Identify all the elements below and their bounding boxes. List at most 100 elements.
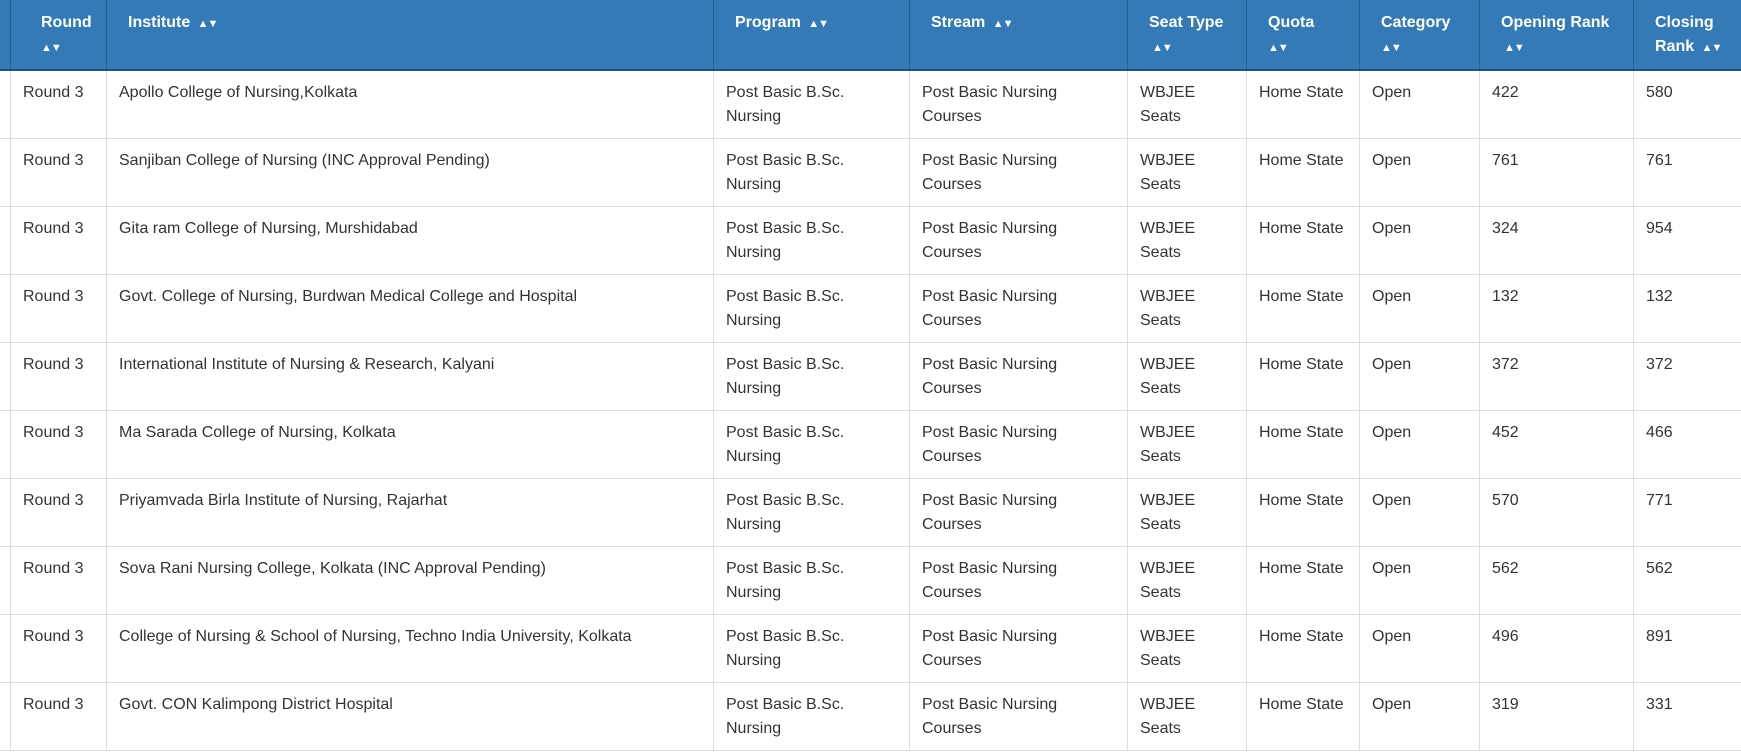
cell-stream: Post Basic Nursing Courses	[909, 682, 1128, 751]
cell-institute: Sanjiban College of Nursing (INC Approva…	[106, 138, 714, 207]
cell-program: Post Basic B.Sc. Nursing	[713, 614, 910, 683]
table-row: Round 3 Sanjiban College of Nursing (INC …	[0, 138, 1741, 207]
cell-closing-rank: 466	[1633, 410, 1741, 479]
cell-category: Open	[1359, 478, 1480, 547]
table-row: Round 3 Apollo College of Nursing,Kolkata…	[0, 70, 1741, 139]
cell-program: Post Basic B.Sc. Nursing	[713, 478, 910, 547]
sort-icon[interactable]: ▲▼	[1702, 42, 1723, 54]
sort-icon[interactable]: ▲▼	[1152, 42, 1173, 54]
cell-quota: Home State	[1246, 614, 1360, 683]
cell-quota: Home State	[1246, 70, 1360, 139]
table-row: Round 3 Ma Sarada College of Nursing, Kol…	[0, 410, 1741, 479]
cell-seat-type: WBJEE Seats	[1127, 206, 1247, 275]
cell-stream: Post Basic Nursing Courses	[909, 410, 1128, 479]
cell-opening-rank: 372	[1479, 342, 1634, 411]
sort-icon[interactable]: ▲▼	[1268, 42, 1289, 54]
cell-seat-type: WBJEE Seats	[1127, 682, 1247, 751]
cell-seat-type: WBJEE Seats	[1127, 342, 1247, 411]
cell-category: Open	[1359, 546, 1480, 615]
column-header-label: Program	[735, 14, 801, 31]
column-header-opening-rank[interactable]: Opening Rank ▲▼	[1479, 0, 1634, 71]
column-header-spacer	[0, 0, 11, 71]
column-header-stream[interactable]: Stream ▲▼	[909, 0, 1128, 71]
cell-quota: Home State	[1246, 138, 1360, 207]
cell-stream: Post Basic Nursing Courses	[909, 342, 1128, 411]
cell-closing-rank: 580	[1633, 70, 1741, 139]
table-body: Round 3 Apollo College of Nursing,Kolkata…	[0, 70, 1741, 751]
cell-round: Round 3	[10, 70, 107, 139]
cell-institute: Ma Sarada College of Nursing, Kolkata	[106, 410, 714, 479]
cell-round: Round 3	[10, 274, 107, 343]
column-header-program[interactable]: Program ▲▼	[713, 0, 910, 71]
cell-institute: International Institute of Nursing & Res…	[106, 342, 714, 411]
column-header-quota[interactable]: Quota ▲▼	[1246, 0, 1360, 71]
column-header-round[interactable]: Round ▲▼	[10, 0, 107, 71]
column-header-label: Round	[41, 14, 92, 31]
sort-icon[interactable]: ▲▼	[808, 18, 829, 30]
cell-opening-rank: 570	[1479, 478, 1634, 547]
cell-category: Open	[1359, 682, 1480, 751]
cell-program: Post Basic B.Sc. Nursing	[713, 546, 910, 615]
column-header-category[interactable]: Category ▲▼	[1359, 0, 1480, 71]
row-spacer-cell	[0, 70, 11, 139]
cell-institute: Priyamvada Birla Institute of Nursing, R…	[106, 478, 714, 547]
cell-round: Round 3	[10, 138, 107, 207]
results-table: Round ▲▼ Institute ▲▼ Program ▲▼ Stream …	[0, 0, 1741, 751]
table-row: Round 3 Sova Rani Nursing College, Kolkat…	[0, 546, 1741, 615]
cell-quota: Home State	[1246, 206, 1360, 275]
sort-icon[interactable]: ▲▼	[41, 42, 62, 54]
cell-closing-rank: 891	[1633, 614, 1741, 683]
cell-program: Post Basic B.Sc. Nursing	[713, 70, 910, 139]
table-row: Round 3 College of Nursing & School of Nu…	[0, 614, 1741, 683]
cell-quota: Home State	[1246, 546, 1360, 615]
cell-round: Round 3	[10, 546, 107, 615]
cell-quota: Home State	[1246, 410, 1360, 479]
cell-round: Round 3	[10, 342, 107, 411]
cell-round: Round 3	[10, 478, 107, 547]
cell-quota: Home State	[1246, 342, 1360, 411]
column-header-label: Opening Rank	[1501, 14, 1610, 31]
cell-round: Round 3	[10, 614, 107, 683]
column-header-closing-rank[interactable]: Closing Rank ▲▼	[1633, 0, 1741, 71]
cell-opening-rank: 422	[1479, 70, 1634, 139]
cell-program: Post Basic B.Sc. Nursing	[713, 410, 910, 479]
row-spacer-cell	[0, 682, 11, 751]
cell-seat-type: WBJEE Seats	[1127, 138, 1247, 207]
sort-icon[interactable]: ▲▼	[198, 18, 219, 30]
cell-opening-rank: 324	[1479, 206, 1634, 275]
cell-seat-type: WBJEE Seats	[1127, 70, 1247, 139]
cell-stream: Post Basic Nursing Courses	[909, 70, 1128, 139]
cell-institute: Sova Rani Nursing College, Kolkata (INC …	[106, 546, 714, 615]
column-header-institute[interactable]: Institute ▲▼	[106, 0, 714, 71]
sort-icon[interactable]: ▲▼	[1504, 42, 1525, 54]
column-header-label: Institute	[128, 14, 191, 31]
column-header-label: Quota	[1268, 14, 1315, 31]
cell-opening-rank: 319	[1479, 682, 1634, 751]
cell-seat-type: WBJEE Seats	[1127, 410, 1247, 479]
cell-closing-rank: 331	[1633, 682, 1741, 751]
cell-seat-type: WBJEE Seats	[1127, 614, 1247, 683]
cell-opening-rank: 496	[1479, 614, 1634, 683]
column-header-seat-type[interactable]: Seat Type ▲▼	[1127, 0, 1247, 71]
sort-icon[interactable]: ▲▼	[993, 18, 1014, 30]
cell-institute: Govt. CON Kalimpong District Hospital	[106, 682, 714, 751]
cell-institute: Apollo College of Nursing,Kolkata	[106, 70, 714, 139]
cell-category: Open	[1359, 206, 1480, 275]
cell-stream: Post Basic Nursing Courses	[909, 546, 1128, 615]
cell-opening-rank: 132	[1479, 274, 1634, 343]
column-header-label: Category	[1381, 14, 1451, 31]
cell-opening-rank: 562	[1479, 546, 1634, 615]
cell-round: Round 3	[10, 410, 107, 479]
cell-stream: Post Basic Nursing Courses	[909, 206, 1128, 275]
cell-seat-type: WBJEE Seats	[1127, 546, 1247, 615]
sort-icon[interactable]: ▲▼	[1381, 42, 1402, 54]
cell-closing-rank: 562	[1633, 546, 1741, 615]
column-header-label: Seat Type	[1149, 14, 1224, 31]
cell-category: Open	[1359, 138, 1480, 207]
cell-stream: Post Basic Nursing Courses	[909, 478, 1128, 547]
table-row: Round 3 Govt. CON Kalimpong District Hosp…	[0, 682, 1741, 751]
cell-quota: Home State	[1246, 478, 1360, 547]
cell-institute: Gita ram College of Nursing, Murshidabad	[106, 206, 714, 275]
cell-quota: Home State	[1246, 682, 1360, 751]
table-row: Round 3 International Institute of Nursin…	[0, 342, 1741, 411]
